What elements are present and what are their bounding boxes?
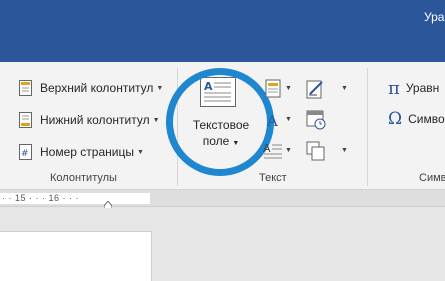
title-bar-text: Уравн: [424, 10, 445, 24]
date-time-icon[interactable]: [305, 109, 327, 131]
horizontal-ruler[interactable]: · · 15 · · · 16 · · ·: [0, 190, 445, 211]
header-icon: [18, 79, 34, 97]
symbol-button[interactable]: Ω Симво: [388, 108, 445, 130]
svg-text:A: A: [263, 142, 271, 155]
header-button[interactable]: Верхний колонтитул ▼: [18, 77, 163, 99]
quick-parts-icon[interactable]: [264, 78, 286, 100]
title-bar: Уравн: [0, 0, 445, 62]
ruler-marks: · · 15 · · · 16 · · ·: [2, 193, 80, 203]
document-area: [0, 208, 445, 281]
chevron-down-icon: ▼: [285, 116, 292, 123]
chevron-down-icon: ▼: [285, 85, 292, 92]
footer-button[interactable]: Нижний колонтитул ▼: [18, 109, 160, 131]
chevron-down-icon: ▼: [136, 148, 144, 156]
chevron-down-icon: ▼: [341, 147, 348, 154]
equation-button-label: Уравн: [405, 81, 440, 95]
text-box-icon: A: [200, 77, 236, 107]
text-box-button[interactable]: A Текстовое поле ▼: [180, 72, 262, 154]
document-page[interactable]: [0, 231, 152, 281]
chevron-down-icon: ▼: [341, 85, 348, 92]
pi-icon: π: [388, 77, 400, 99]
chevron-down-icon: ▼: [156, 84, 164, 92]
object-icon[interactable]: [305, 140, 327, 162]
group-label-header-footer: Колонтитулы: [50, 172, 117, 184]
header-button-label: Верхний колонтитул: [40, 81, 154, 95]
footer-button-label: Нижний колонтитул: [40, 113, 150, 127]
svg-text:#: #: [21, 149, 29, 159]
equation-button[interactable]: π Уравн: [388, 77, 439, 99]
wordart-icon[interactable]: A: [264, 109, 286, 131]
chevron-down-icon: ▼: [152, 116, 160, 124]
group-label-symbols: Симв: [419, 172, 445, 184]
svg-text:A: A: [266, 112, 278, 130]
group-label-text: Текст: [259, 172, 287, 184]
chevron-down-icon: ▼: [285, 147, 292, 154]
omega-icon: Ω: [388, 109, 403, 129]
footer-icon: [18, 111, 34, 129]
group-separator: [367, 68, 368, 186]
text-box-label-line2: поле ▼: [202, 134, 240, 148]
indent-marker-icon[interactable]: [103, 197, 113, 211]
text-box-label-line1: Текстовое: [192, 118, 250, 132]
page-number-button[interactable]: # Номер страницы ▼: [18, 141, 144, 163]
svg-text:A: A: [204, 80, 213, 93]
signature-line-icon[interactable]: [305, 78, 327, 100]
page-number-icon: #: [18, 143, 34, 161]
page-number-button-label: Номер страницы: [40, 145, 134, 159]
drop-cap-icon[interactable]: A: [262, 140, 284, 162]
symbol-button-label: Симво: [408, 112, 445, 126]
group-separator: [177, 68, 178, 186]
